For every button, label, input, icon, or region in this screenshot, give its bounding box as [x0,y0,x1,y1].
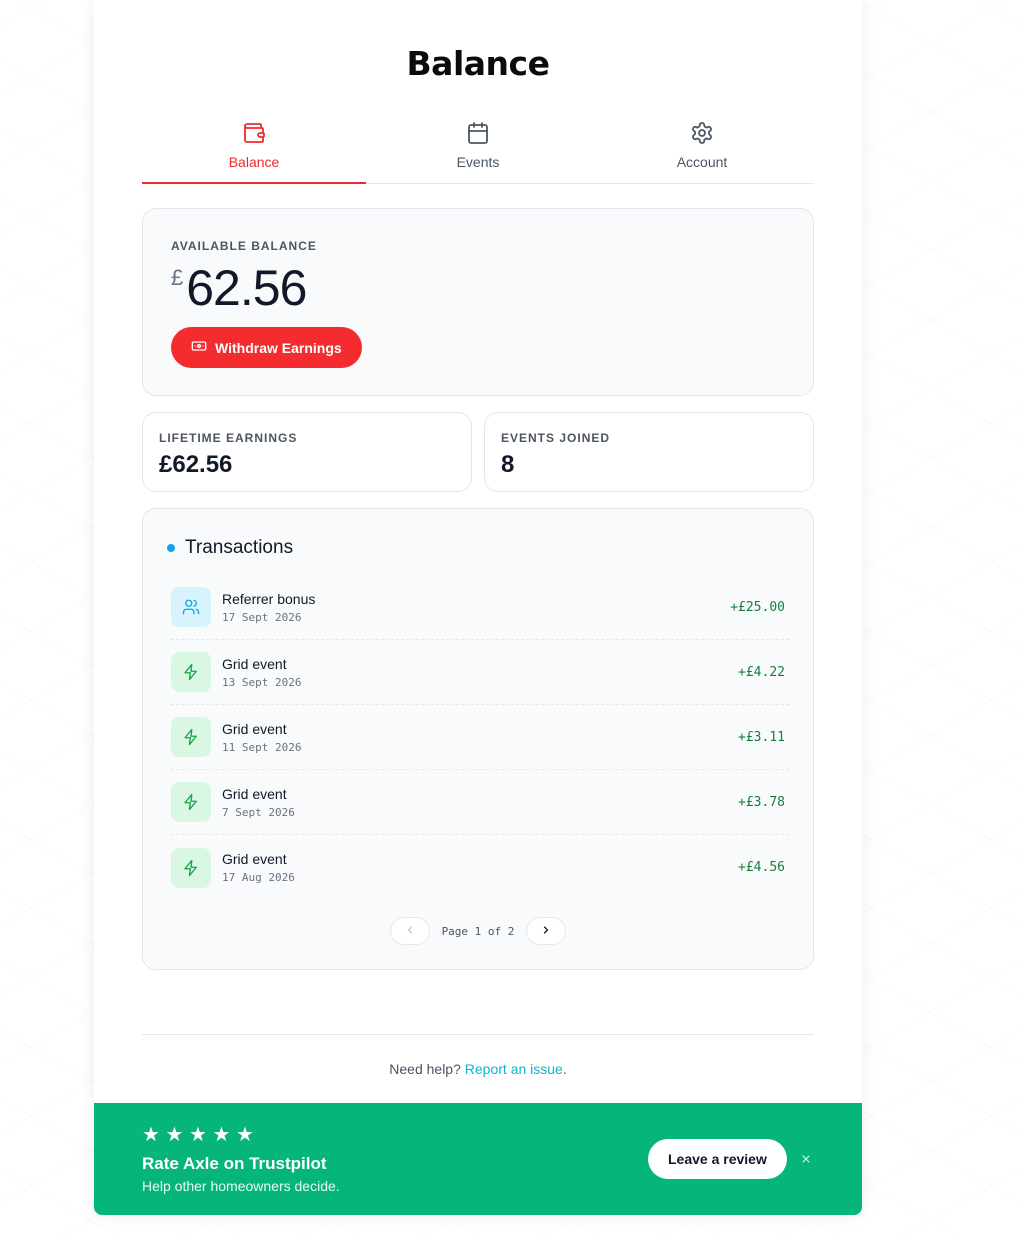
transaction-date: 7 Sept 2026 [222,805,295,819]
transaction-details: Grid event 7 Sept 2026 [222,786,738,819]
transaction-name: Referrer bonus [222,590,316,607]
lightning-icon [171,717,211,757]
help-prefix: Need help? [389,1061,461,1077]
transaction-amount: +£3.11 [738,729,785,745]
lifetime-earnings-value: £62.56 [159,451,233,478]
transactions-panel: Transactions Referrer bonus 17 Sept 2026… [142,508,814,970]
transaction-details: Grid event 11 Sept 2026 [222,721,738,754]
tab-events-label: Events [456,154,500,170]
withdraw-earnings-label: Withdraw Earnings [215,339,342,356]
currency-symbol: £ [171,265,184,290]
events-joined-label: EVENTS JOINED [501,431,611,445]
available-balance-panel: AVAILABLE BALANCE £ 62.56 Withdraw Earni… [142,208,814,396]
transactions-header: Transactions [167,537,293,559]
calendar-icon [466,121,490,154]
transaction-date: 13 Sept 2026 [222,675,302,689]
balance-amount-row: £ 62.56 [171,259,307,317]
wallet-icon [242,121,266,154]
report-issue-link[interactable]: Report an issue [465,1061,563,1077]
events-joined-value: 8 [501,451,515,478]
tab-events[interactable]: Events [366,112,590,183]
lifetime-earnings-label: LIFETIME EARNINGS [159,431,298,445]
page-title: Balance [406,44,550,83]
transaction-amount: +£4.56 [738,860,785,875]
footer-divider [142,1034,814,1035]
transaction-details: Grid event 17 Aug 2026 [222,851,738,884]
lightning-icon [171,652,211,692]
tab-balance[interactable]: Balance [142,112,366,184]
transaction-amount: +£4.22 [738,664,785,680]
transaction-name: Grid event [222,720,287,737]
transaction-details: Grid event 13 Sept 2026 [222,656,738,689]
tab-account-label: Account [676,154,728,170]
lifetime-earnings-card: LIFETIME EARNINGS £62.56 [142,412,472,492]
help-text: Need help? Report an issue. [94,1061,862,1077]
trustpilot-title: Rate Axle on Trustpilot [142,1154,327,1173]
balance-card: Balance Balance Events Account AVAILABLE… [94,0,862,1215]
lightning-icon [171,847,211,888]
chevron-right-icon [540,924,552,939]
close-icon[interactable] [796,1149,816,1169]
transaction-date: 11 Sept 2026 [222,740,302,754]
status-dot-icon [167,544,175,552]
available-balance-label: AVAILABLE BALANCE [171,239,317,253]
transaction-name: Grid event [222,785,287,802]
transaction-row: Grid event 7 Sept 2026 +£3.78 [171,770,789,835]
trustpilot-banner: ★ ★ ★ ★ ★ Rate Axle on Trustpilot Help o… [94,1103,862,1215]
trustpilot-subtitle: Help other homeowners decide. [142,1178,340,1194]
transaction-details: Referrer bonus 17 Sept 2026 [222,591,730,624]
chevron-left-icon [404,924,416,939]
help-suffix: . [562,1061,567,1077]
transaction-row: Referrer bonus 17 Sept 2026 +£25.00 [171,575,789,640]
lightning-icon [171,782,211,822]
transaction-date: 17 Aug 2026 [222,871,295,884]
rating-stars-icon: ★ ★ ★ ★ ★ [142,1124,254,1146]
next-page-button[interactable] [526,917,567,945]
transaction-name: Grid event [222,655,287,672]
transactions-list: Referrer bonus 17 Sept 2026 +£25.00 Grid… [171,575,789,900]
withdraw-earnings-button[interactable]: Withdraw Earnings [171,327,362,368]
pagination: Page 1 of 2 [143,917,813,945]
page-indicator: Page 1 of 2 [441,924,515,938]
transaction-amount: +£25.00 [730,599,785,615]
leave-review-button[interactable]: Leave a review [648,1139,787,1179]
transaction-row: Grid event 11 Sept 2026 +£3.11 [171,705,789,770]
users-icon [171,587,211,627]
balance-amount: 62.56 [186,260,307,316]
transactions-title: Transactions [185,537,294,558]
events-joined-card: EVENTS JOINED 8 [484,412,814,492]
transaction-row: Grid event 17 Aug 2026 +£4.56 [171,835,789,900]
tab-account[interactable]: Account [590,112,814,183]
banknote-icon [191,338,207,357]
transaction-name: Grid event [222,851,287,867]
tab-bar: Balance Events Account [142,112,814,184]
previous-page-button[interactable] [389,917,430,945]
gear-icon [690,121,714,154]
transaction-row: Grid event 13 Sept 2026 +£4.22 [171,640,789,705]
transaction-date: 17 Sept 2026 [222,610,302,624]
tab-balance-label: Balance [228,154,280,170]
transaction-amount: +£3.78 [738,794,785,810]
